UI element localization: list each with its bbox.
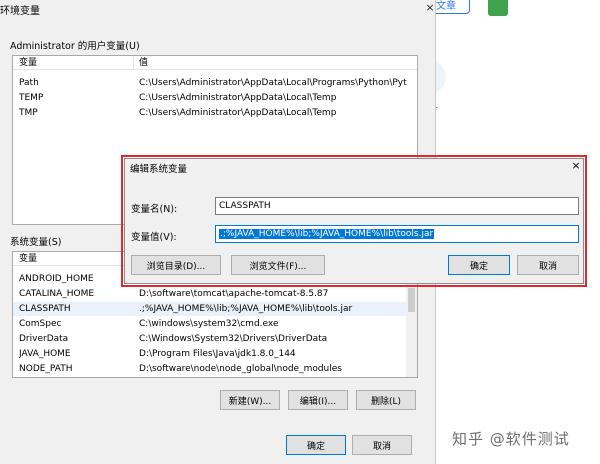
column-header-variable[interactable]: 变量 bbox=[19, 56, 37, 70]
table-row[interactable]: CATALINA_HOME D:\software\tomcat\apache-… bbox=[13, 287, 417, 301]
variable-value-label: 变量值(V): bbox=[131, 232, 177, 243]
close-icon[interactable]: × bbox=[424, 2, 436, 14]
window-title: 环境变量 bbox=[0, 6, 40, 17]
table-row[interactable]: JAVA_HOME D:\Program Files\Java\jdk1.8.0… bbox=[13, 347, 417, 361]
list-header: 变量 值 bbox=[13, 56, 417, 70]
variable-name-text: CLASSPATH bbox=[219, 201, 271, 211]
variable-name: TMP bbox=[19, 108, 38, 118]
dialog-ok-button[interactable]: 确定 bbox=[448, 255, 510, 275]
avatar[interactable] bbox=[488, 0, 508, 16]
edit-button[interactable]: 编辑(I)... bbox=[288, 390, 348, 410]
table-row[interactable]: TMP C:\Users\Administrator\AppData\Local… bbox=[13, 106, 417, 120]
variable-name: JAVA_HOME bbox=[19, 349, 71, 359]
table-row[interactable]: Path C:\Users\Administrator\AppData\Loca… bbox=[13, 76, 417, 90]
variable-value-input[interactable]: .;%JAVA_HOME%\lib;%JAVA_HOME%\lib\tools.… bbox=[215, 225, 579, 243]
delete-button[interactable]: 删除(L) bbox=[356, 390, 416, 410]
variable-value: D:\software\tomcat\apache-tomcat-8.5.87 bbox=[139, 289, 329, 299]
variable-name: TEMP bbox=[19, 93, 44, 103]
table-row[interactable]: ComSpec C:\windows\system32\cmd.exe bbox=[13, 317, 417, 331]
close-icon[interactable]: × bbox=[569, 159, 583, 173]
table-row-selected[interactable]: CLASSPATH .;%JAVA_HOME%\lib;%JAVA_HOME%\… bbox=[13, 302, 417, 316]
variable-name: CLASSPATH bbox=[19, 304, 71, 314]
dialog-cancel-button[interactable]: 取消 bbox=[517, 255, 579, 275]
user-variables-label: Administrator 的用户变量(U) bbox=[10, 41, 140, 52]
variable-value: C:\Users\Administrator\AppData\Local\Pro… bbox=[139, 78, 407, 88]
scrollbar-thumb[interactable] bbox=[408, 288, 415, 312]
column-header-variable[interactable]: 变量 bbox=[19, 252, 37, 266]
variable-name: NODE_PATH bbox=[19, 364, 73, 374]
browse-file-button[interactable]: 浏览文件(F)... bbox=[231, 255, 325, 275]
watermark: 知乎 @软件测试 bbox=[452, 430, 570, 448]
new-button[interactable]: 新建(W)... bbox=[220, 390, 280, 410]
browse-directory-button[interactable]: 浏览目录(D)... bbox=[131, 255, 221, 275]
variable-name-label: 变量名(N): bbox=[131, 204, 178, 215]
variable-name: DriverData bbox=[19, 334, 69, 344]
variable-value: C:\windows\system32\cmd.exe bbox=[139, 319, 279, 329]
cancel-button[interactable]: 取消 bbox=[352, 435, 412, 455]
ok-button[interactable]: 确定 bbox=[286, 435, 346, 455]
variable-name: ComSpec bbox=[19, 319, 62, 329]
variable-name: Path bbox=[19, 78, 39, 88]
variable-value: D:\software\node\node_global\node_module… bbox=[139, 364, 342, 374]
variable-name: ANDROID_HOME bbox=[19, 274, 94, 284]
variable-value: D:\Program Files\Java\jdk1.8.0_144 bbox=[139, 349, 296, 359]
variable-value: C:\Users\Administrator\AppData\Local\Tem… bbox=[139, 93, 337, 103]
variable-value: C:\Windows\System32\Drivers\DriverData bbox=[139, 334, 328, 344]
column-header-value[interactable]: 值 bbox=[139, 56, 148, 70]
dialog-title: 编辑系统变量 bbox=[130, 164, 188, 175]
table-row[interactable]: DriverData C:\Windows\System32\Drivers\D… bbox=[13, 332, 417, 346]
write-article-label: 文章 bbox=[436, 0, 456, 12]
edit-system-variable-dialog: 编辑系统变量 × 变量名(N): CLASSPATH 变量值(V): .;%JA… bbox=[124, 158, 584, 284]
variable-name-input[interactable]: CLASSPATH bbox=[215, 197, 579, 215]
variable-value-text: .;%JAVA_HOME%\lib;%JAVA_HOME%\lib\tools.… bbox=[219, 229, 435, 239]
table-row[interactable]: TEMP C:\Users\Administrator\AppData\Loca… bbox=[13, 91, 417, 105]
variable-value: .;%JAVA_HOME%\lib;%JAVA_HOME%\lib\tools.… bbox=[139, 304, 353, 314]
variable-value: C:\Users\Administrator\AppData\Local\Tem… bbox=[139, 108, 337, 118]
variable-name: CATALINA_HOME bbox=[19, 289, 95, 299]
system-variables-label: 系统变量(S) bbox=[10, 237, 62, 248]
table-row[interactable]: NODE_PATH D:\software\node\node_global\n… bbox=[13, 362, 417, 376]
